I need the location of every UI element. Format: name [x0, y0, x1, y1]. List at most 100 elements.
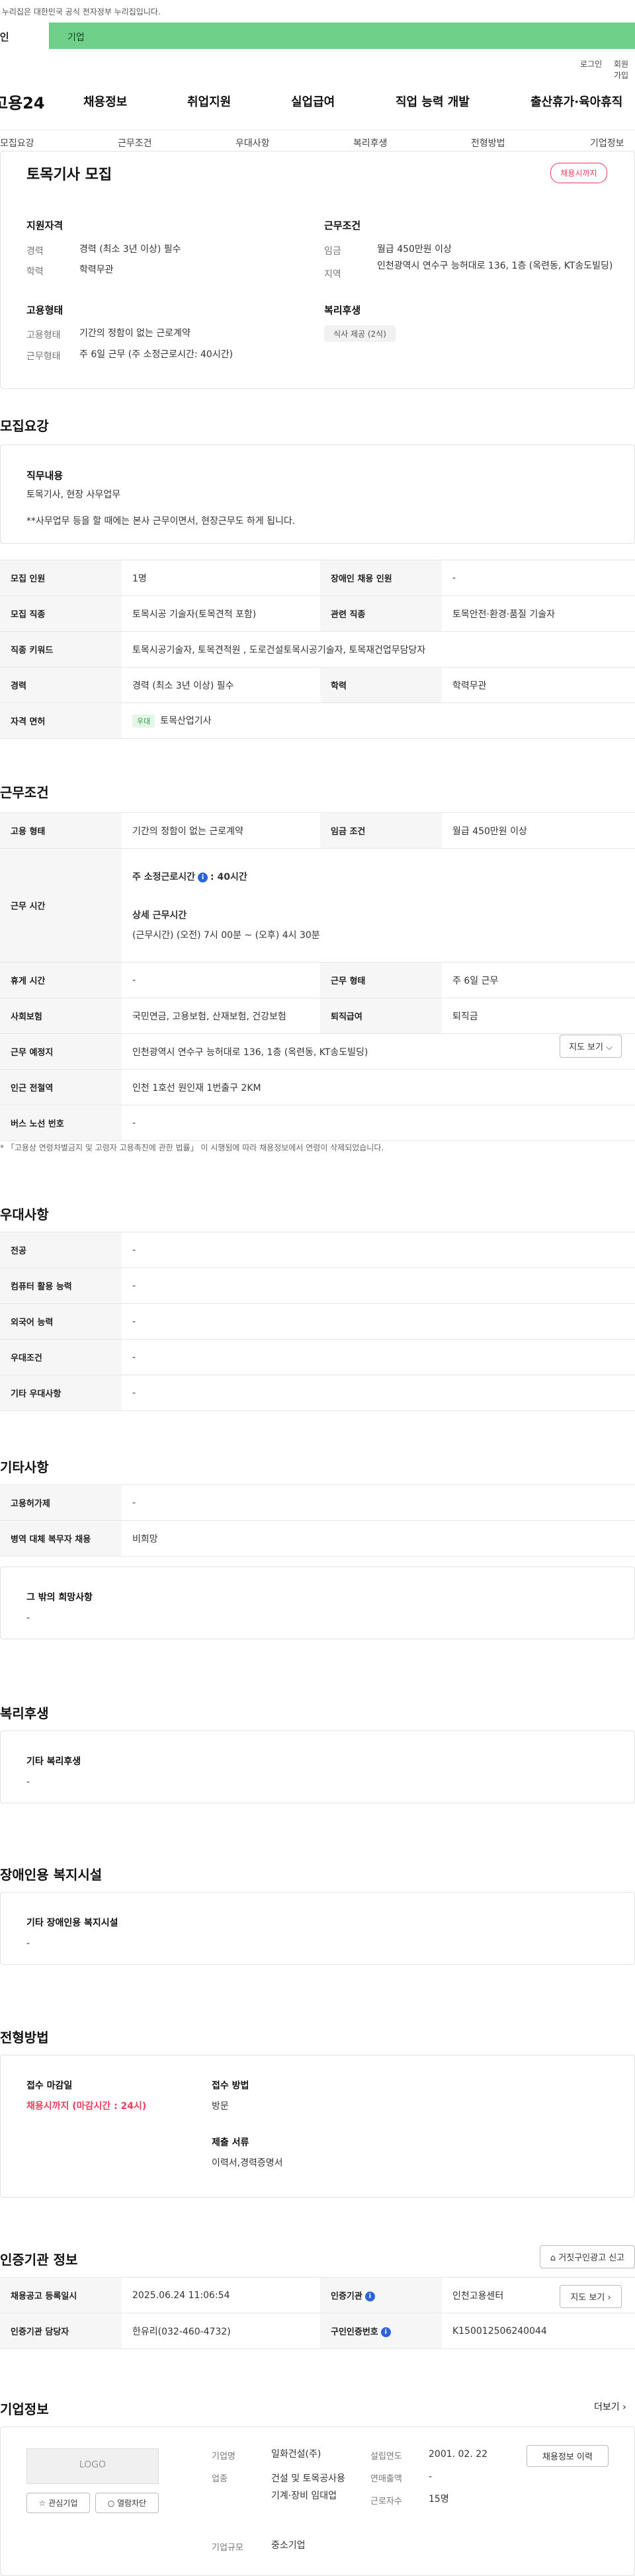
interest-company-button[interactable]: ☆ 관심기업: [26, 2493, 90, 2513]
info-icon[interactable]: i: [364, 2292, 375, 2301]
major-value: -: [122, 1232, 635, 1268]
chevron-right-icon: ›: [607, 2293, 611, 2303]
workplace-map-button[interactable]: 지도 보기 ⌵: [560, 1035, 622, 1058]
other-welfare-heading: 기타 복리후생: [26, 1756, 81, 1767]
education-label: 학력: [26, 267, 44, 277]
retirement-value: 퇴직금: [442, 998, 635, 1034]
station-value: 인천 1호선 원인재 1번출구 2KM: [122, 1069, 635, 1105]
employees-label: 근로자수: [370, 2497, 402, 2507]
education-row-label: 학력: [320, 667, 442, 703]
recruit-history-button[interactable]: 채용정보 이력: [527, 2445, 609, 2467]
gnb-unemployment-benefit[interactable]: 실업급여: [291, 93, 335, 110]
pref-condition-label: 우대조건: [0, 1339, 122, 1375]
bus-label: 버스 노선 번호: [0, 1105, 122, 1141]
table-row: 외국어 능력 -: [0, 1303, 635, 1340]
tab-person[interactable]: 개인: [0, 22, 49, 49]
info-icon[interactable]: i: [380, 2327, 391, 2337]
chevron-right-icon: ›: [622, 2402, 626, 2413]
conditions-table: 고용 형태 기간의 정함이 없는 근로계약 임금 조건 월급 450만원 이상 …: [0, 812, 635, 1141]
gnb-jobs[interactable]: 채용정보: [83, 93, 127, 110]
work-type-label: 근무형태: [26, 351, 61, 362]
employment-type-heading: 고용형태: [26, 304, 64, 316]
company-size-value: 중소기업: [271, 2540, 306, 2551]
brand-logo[interactable]: 고용24: [0, 90, 45, 113]
table-row: 모집 직종 토목시공 기술자(토목견적 포함) 관련 직종 토목안전·환경·품질…: [0, 595, 635, 632]
false-ad-report-button[interactable]: ⌂ 거짓구인광고 신고: [540, 2245, 635, 2268]
table-row: 기타 우대사항 -: [0, 1375, 635, 1411]
subnav-process[interactable]: 전형방법: [471, 136, 505, 150]
gnb-employment-support[interactable]: 취업지원: [187, 93, 231, 110]
table-row: 채용공고 등록일시 2025.06.24 11:06:54 인증기관 i 인천고용…: [0, 2277, 635, 2313]
founded-value: 2001. 02. 22: [429, 2449, 488, 2460]
career-value: 경력 (최소 3년 이상) 필수: [79, 244, 181, 255]
gnb-vocational-training[interactable]: 직업 능력 개발: [396, 93, 470, 110]
manager-label: 인증기관 담당자: [0, 2313, 122, 2349]
work-form-value: 주 6일 근무: [442, 962, 635, 998]
subnav-preferences[interactable]: 우대사항: [235, 136, 270, 150]
gnb-parental-leave[interactable]: 출산휴가·육아휴직: [530, 93, 622, 110]
signup-link[interactable]: 회원가입: [614, 58, 635, 81]
work-type-value: 주 6일 근무 (주 소정근로시간: 40시간): [79, 349, 233, 360]
info-icon[interactable]: i: [198, 872, 208, 882]
region-label: 지역: [324, 269, 341, 280]
insurance-value: 국민연금, 고용보험, 산재보험, 건강보험: [122, 998, 320, 1034]
industry-label: 업종: [212, 2474, 228, 2484]
headcount-value: 1명: [122, 560, 320, 596]
process-box: [0, 2055, 635, 2198]
agency-section-title: 인증기관 정보: [0, 2252, 78, 2268]
keyword-value: 토목시공기술자, 토목견적원 , 도로건설토목시공기술자, 토목재건업무담당자: [122, 631, 635, 667]
disabled-headcount-label: 장애인 채용 인원: [320, 560, 442, 596]
disability-section-title: 장애인용 복지시설: [0, 1867, 103, 1883]
duty-heading: 직무내용: [26, 470, 64, 482]
education-value: 학력무관: [79, 265, 114, 275]
recruit-table: 모집 인원 1명 장애인 채용 인원 - 모집 직종 토목시공 기술자(토목견적…: [0, 560, 635, 739]
employees-value: 15명: [429, 2494, 449, 2505]
welfare-box: [0, 1731, 635, 1803]
table-row: 모집 인원 1명 장애인 채용 인원 -: [0, 560, 635, 596]
welfare-chip: 식사 제공 (2식): [324, 325, 396, 342]
table-row: 병역 대체 복무자 채용 비희망: [0, 1520, 635, 1557]
military-alt-value: 비희망: [122, 1520, 635, 1557]
hours-cell: 주 소정근로시간 i: 40시간 상세 근무시간 (근무시간) (오전) 7시 0…: [122, 848, 635, 963]
employment-type-value: 기간의 정함이 없는 근로계약: [79, 328, 190, 339]
disabled-headcount-value: -: [442, 560, 635, 596]
table-row: 근무 시간 주 소정근로시간 i: 40시간 상세 근무시간 (근무시간) (오전…: [0, 848, 635, 963]
insurance-label: 사회보험: [0, 998, 122, 1034]
station-label: 인근 전철역: [0, 1069, 122, 1105]
workplace-label: 근무 예정지: [0, 1033, 122, 1070]
etc-table: 고용허가제 - 병역 대체 복무자 채용 비희망: [0, 1484, 635, 1557]
subnav-welfare[interactable]: 복리후생: [353, 136, 388, 150]
work-form-label: 근무 형태: [320, 962, 442, 998]
work-permit-value: -: [122, 1484, 635, 1521]
agency-map-button[interactable]: 지도 보기 ›: [560, 2285, 622, 2308]
company-more-link[interactable]: 더보기 ›: [594, 2400, 626, 2413]
wage-condition-label: 임금 조건: [320, 812, 442, 849]
table-row: 고용허가제 -: [0, 1484, 635, 1521]
home-icon: ⌂: [550, 2253, 556, 2263]
login-link[interactable]: 로그인: [580, 58, 602, 69]
block-view-button[interactable]: ○ 열람차단: [95, 2493, 159, 2513]
docs-label: 제출 서류: [212, 2137, 249, 2148]
table-row: 휴게 시간 - 근무 형태 주 6일 근무: [0, 962, 635, 998]
cert-agency-label-cell: 인증기관 i: [320, 2277, 442, 2313]
table-row: 사회보험 국민연금, 고용보험, 산재보험, 건강보험 퇴직급여 퇴직금: [0, 998, 635, 1034]
other-wish-box: [0, 1567, 635, 1639]
sales-value: -: [429, 2471, 433, 2482]
subnav-recruit[interactable]: 모집요강: [0, 136, 34, 150]
employment-type-label: 고용형태: [26, 330, 61, 341]
subnav-conditions[interactable]: 근무조건: [118, 136, 152, 150]
reg-date-value: 2025.06.24 11:06:54: [122, 2277, 320, 2313]
tab-company[interactable]: 기업: [67, 30, 85, 44]
career-row-value: 경력 (최소 3년 이상) 필수: [122, 667, 320, 703]
subnav-company[interactable]: 기업정보: [590, 136, 624, 150]
qualification-heading: 지원자격: [26, 220, 64, 232]
hours-label: 근무 시간: [0, 848, 122, 963]
duty-line-1: 토목기사, 현장 사무업무: [26, 490, 121, 500]
license-cell: 우대 토목산업기사: [122, 703, 635, 739]
conditions-section-title: 근무조건: [0, 785, 49, 800]
detail-hours-label: 상세 근무시간: [132, 910, 187, 921]
company-name-value: 일화건설(주): [271, 2449, 321, 2460]
audience-tab-bar: [0, 22, 635, 49]
major-label: 전공: [0, 1232, 122, 1268]
keyword-label: 직종 키워드: [0, 631, 122, 667]
